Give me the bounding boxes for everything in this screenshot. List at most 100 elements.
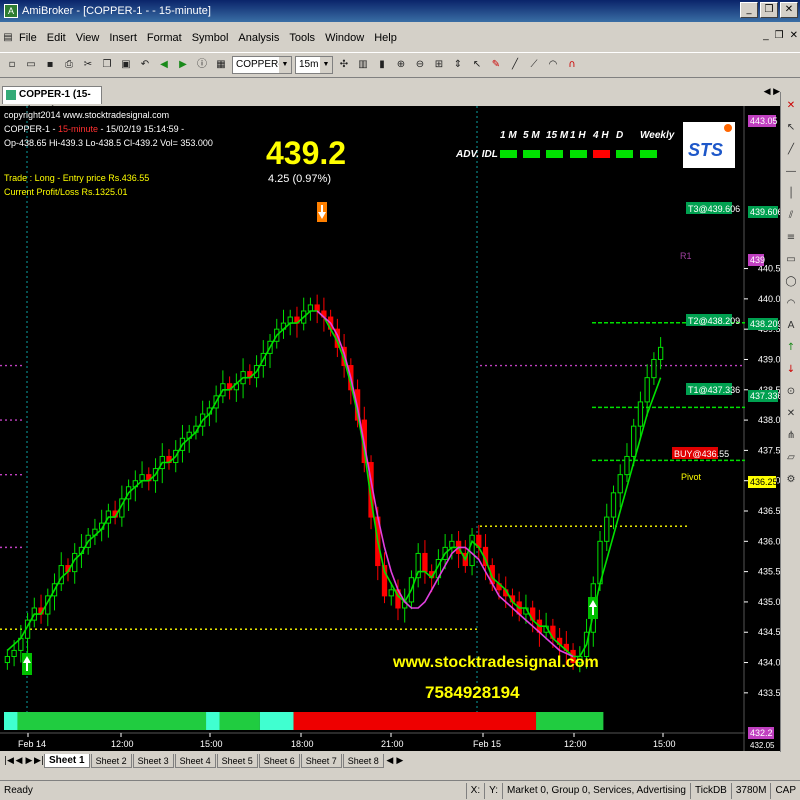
back-icon[interactable]: ◀ xyxy=(156,57,172,73)
rectangle-icon[interactable]: ▭ xyxy=(783,252,799,268)
pencil-icon[interactable]: ✎ xyxy=(488,57,504,73)
scroll-icon[interactable]: ⇕ xyxy=(450,57,466,73)
arc-tool-icon[interactable]: ◠ xyxy=(545,57,561,73)
menu-format[interactable]: Format xyxy=(142,32,187,44)
sheet-tab-8[interactable]: Sheet 8 xyxy=(342,754,384,768)
open-icon[interactable]: ▭ xyxy=(23,57,39,73)
arc-icon[interactable]: ◠ xyxy=(783,296,799,312)
price-tick-label: 439.0 xyxy=(758,354,780,364)
menu-file[interactable]: File xyxy=(14,32,42,44)
status-db: TickDB xyxy=(690,782,731,799)
first-sheet-icon[interactable]: |◀ xyxy=(4,756,14,766)
tab-copper-chart[interactable]: COPPER-1 (15-minute) xyxy=(2,86,102,116)
mdi-minimize-button[interactable]: _ xyxy=(763,30,769,41)
chart-area[interactable]: 433.5434.0434.5435.0435.5436.0436.5437.0… xyxy=(0,106,783,751)
cut-icon[interactable]: ✂ xyxy=(80,57,96,73)
status-bar: Ready X: Y: Market 0, Group 0, Services,… xyxy=(0,780,800,800)
ray-tool-icon[interactable]: ⟋ xyxy=(526,57,542,73)
fibonacci-icon[interactable]: ≡ xyxy=(783,230,799,246)
minimize-button[interactable]: _ xyxy=(740,2,758,18)
timeframe-label: Weekly xyxy=(640,130,675,141)
pivot-price-tag: 436.25 xyxy=(750,477,778,487)
select-arrow-icon[interactable]: ↖ xyxy=(469,57,485,73)
sheet-tab-6[interactable]: Sheet 6 xyxy=(258,754,300,768)
close-button[interactable]: ✕ xyxy=(780,2,798,18)
menu-window[interactable]: Window xyxy=(320,32,369,44)
zoom-in-icon[interactable]: ⊕ xyxy=(393,57,409,73)
chevron-down-icon[interactable]: ▼ xyxy=(320,57,332,73)
info-icon[interactable]: ⓘ xyxy=(194,57,210,73)
print-icon[interactable]: ⎙ xyxy=(61,57,77,73)
horizontal-line-icon[interactable]: ― xyxy=(783,164,799,180)
next-sheet-icon[interactable]: ▶ xyxy=(24,756,34,766)
menu-edit[interactable]: Edit xyxy=(42,32,71,44)
cursor-icon[interactable]: ↖ xyxy=(783,120,799,136)
magnet-icon[interactable]: ∩ xyxy=(564,57,580,73)
sheet-scroll-left-icon[interactable]: ◀ xyxy=(385,756,395,766)
sheet-tab-1[interactable]: Sheet 1 xyxy=(44,754,90,768)
paste-icon[interactable]: ▣ xyxy=(118,57,134,73)
pitchfork-icon[interactable]: ⋔ xyxy=(783,428,799,444)
menu-analysis[interactable]: Analysis xyxy=(233,32,284,44)
zoom-out-icon[interactable]: ⊖ xyxy=(412,57,428,73)
text-icon[interactable]: A xyxy=(783,318,799,334)
sheet-tab-4[interactable]: Sheet 4 xyxy=(174,754,216,768)
candle-chart-icon[interactable]: ▮ xyxy=(374,57,390,73)
sheet-tab-7[interactable]: Sheet 7 xyxy=(300,754,342,768)
sheet-tab-3[interactable]: Sheet 3 xyxy=(132,754,174,768)
properties-icon[interactable]: ⚙ xyxy=(783,472,799,488)
vertical-line-icon[interactable]: │ xyxy=(783,186,799,202)
sheet-tab-2[interactable]: Sheet 2 xyxy=(90,754,132,768)
timeframe-indicator xyxy=(616,150,633,158)
interval-combo[interactable]: 15m ▼ xyxy=(295,56,333,74)
price-chart[interactable]: 433.5434.0434.5435.0435.5436.0436.5437.0… xyxy=(0,106,783,751)
amibroker-window: A AmiBroker - [COPPER-1 - - 15-minute] _… xyxy=(0,0,800,800)
low2-price-tag: 432.05 xyxy=(750,741,775,750)
price-tick-label: 440.0 xyxy=(758,294,780,304)
candle-up xyxy=(388,589,394,597)
mdi-restore-button[interactable]: ❒ xyxy=(775,30,784,41)
menu-bar: ▤ File Edit View Insert Format Symbol An… xyxy=(0,28,800,48)
candle-up xyxy=(657,346,664,360)
ellipse-icon[interactable]: ◯ xyxy=(783,274,799,290)
channel-icon[interactable]: ⫽ xyxy=(783,208,799,224)
eraser-icon[interactable]: ▱ xyxy=(783,450,799,466)
undo-icon[interactable]: ↶ xyxy=(137,57,153,73)
select-icon[interactable]: ▦ xyxy=(213,57,229,73)
crosshair-icon[interactable]: ✣ xyxy=(336,57,352,73)
mdi-close-button[interactable]: ✕ xyxy=(790,30,798,41)
copy-icon[interactable]: ❐ xyxy=(99,57,115,73)
forward-icon[interactable]: ▶ xyxy=(175,57,191,73)
menu-insert[interactable]: Insert xyxy=(104,32,142,44)
close-panel-icon[interactable]: ✕ xyxy=(783,98,799,114)
document-tab-bar: COPPER-1 (15-minute) ◀ ▶ xyxy=(0,84,780,116)
price-tick-label: 434.5 xyxy=(758,627,780,637)
new-icon[interactable]: ▫ xyxy=(4,57,20,73)
cycle-icon[interactable]: ⊙ xyxy=(783,384,799,400)
sheet-scroll-right-icon[interactable]: ▶ xyxy=(395,756,405,766)
menu-help[interactable]: Help xyxy=(369,32,402,44)
arrow-down-icon[interactable]: ↓ xyxy=(783,362,799,378)
status-x: X: xyxy=(465,782,484,799)
sheet-tab-5[interactable]: Sheet 5 xyxy=(216,754,258,768)
website-watermark: www.stocktradesignal.com xyxy=(392,654,599,671)
menu-tools[interactable]: Tools xyxy=(284,32,320,44)
arrow-up-icon[interactable]: ↑ xyxy=(783,340,799,356)
menu-view[interactable]: View xyxy=(71,32,105,44)
tab-scroll-arrows-icon[interactable]: ◀ ▶ xyxy=(764,86,780,97)
window-controls: _ ❒ ✕ xyxy=(740,2,798,18)
document-icon: ▤ xyxy=(3,32,13,43)
save-icon[interactable]: ▪ xyxy=(42,57,58,73)
trendline-icon[interactable]: ╱ xyxy=(783,142,799,158)
line-tool-icon[interactable]: ╱ xyxy=(507,57,523,73)
gann-icon[interactable]: ✕ xyxy=(783,406,799,422)
chevron-down-icon[interactable]: ▼ xyxy=(279,57,291,73)
bar-chart-icon[interactable]: ▥ xyxy=(355,57,371,73)
last-sheet-icon[interactable]: ▶| xyxy=(34,756,44,766)
zoom-area-icon[interactable]: ⊞ xyxy=(431,57,447,73)
menu-symbol[interactable]: Symbol xyxy=(187,32,234,44)
maximize-button[interactable]: ❒ xyxy=(760,2,778,18)
time-tick-label: 12:00 xyxy=(111,739,134,749)
symbol-combo[interactable]: COPPER-1 ▼ xyxy=(232,56,292,74)
prev-sheet-icon[interactable]: ◀ xyxy=(14,756,24,766)
